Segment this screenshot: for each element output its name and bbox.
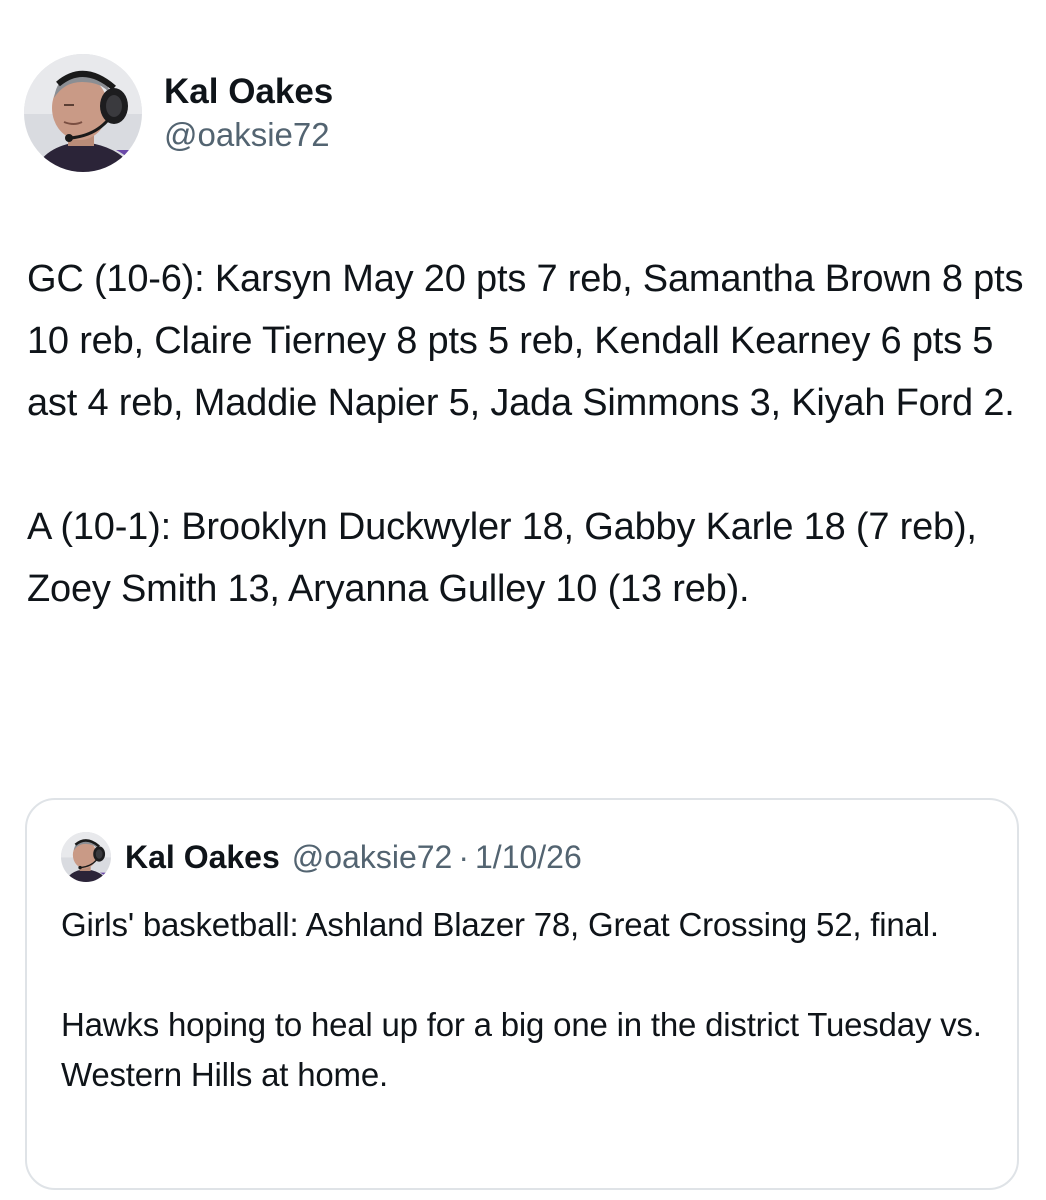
quoted-tweet-card[interactable]: Kal Oakes @oaksie72 · 1/10/26 Girls' bas…	[25, 798, 1019, 1190]
quoted-tweet-header: Kal Oakes @oaksie72 · 1/10/26	[61, 832, 582, 882]
quoted-post-date[interactable]: 1/10/26	[475, 839, 582, 876]
avatar-photo-icon	[61, 832, 111, 882]
author-handle[interactable]: @oaksie72	[164, 114, 333, 156]
quoted-header-separator: ·	[458, 838, 469, 875]
quoted-tweet-text: Girls' basketball: Ashland Blazer 78, Gr…	[61, 906, 982, 1093]
avatar-photo-icon	[24, 54, 142, 172]
author-display-name[interactable]: Kal Oakes	[164, 70, 333, 114]
quoted-author-display-name[interactable]: Kal Oakes	[125, 839, 280, 876]
quoted-author-avatar[interactable]	[61, 832, 111, 882]
quoted-author-handle[interactable]: @oaksie72	[292, 839, 453, 876]
author-names: Kal Oakes @oaksie72	[164, 70, 333, 156]
tweet: Kal Oakes @oaksie72 GC (10-6): Karsyn Ma…	[0, 0, 1046, 1200]
tweet-header: Kal Oakes @oaksie72	[24, 54, 333, 172]
author-avatar[interactable]	[24, 54, 142, 172]
tweet-body-text: GC (10-6): Karsyn May 20 pts 7 reb, Sama…	[27, 258, 1024, 610]
